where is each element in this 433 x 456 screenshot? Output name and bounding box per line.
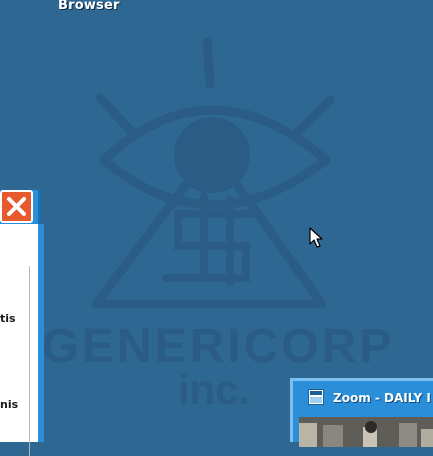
genericorp-logo: GENERICORP inc.: [42, 37, 391, 413]
logo-line2: inc.: [178, 366, 250, 413]
desktop[interactable]: GENERICORP inc. Browser tis nis Zoom - D…: [0, 0, 433, 456]
list-item-text: nis: [0, 398, 19, 411]
desktop-icon-browser-label[interactable]: Browser: [58, 0, 120, 13]
left-window-body: tis nis: [0, 224, 44, 456]
close-icon: [7, 197, 26, 216]
zoom-window[interactable]: Zoom - DAILY I: [290, 378, 433, 447]
list-item-text: tis: [0, 312, 16, 325]
zoom-window-title[interactable]: Zoom - DAILY I: [333, 391, 431, 405]
left-window-titlebar[interactable]: [0, 190, 41, 224]
mouse-pointer-icon: [309, 227, 323, 248]
left-window[interactable]: tis nis: [0, 190, 46, 456]
zoom-video-preview: [299, 417, 433, 447]
close-button[interactable]: [0, 190, 33, 223]
left-window-divider: [29, 266, 30, 456]
zoom-app-icon: [308, 389, 324, 405]
